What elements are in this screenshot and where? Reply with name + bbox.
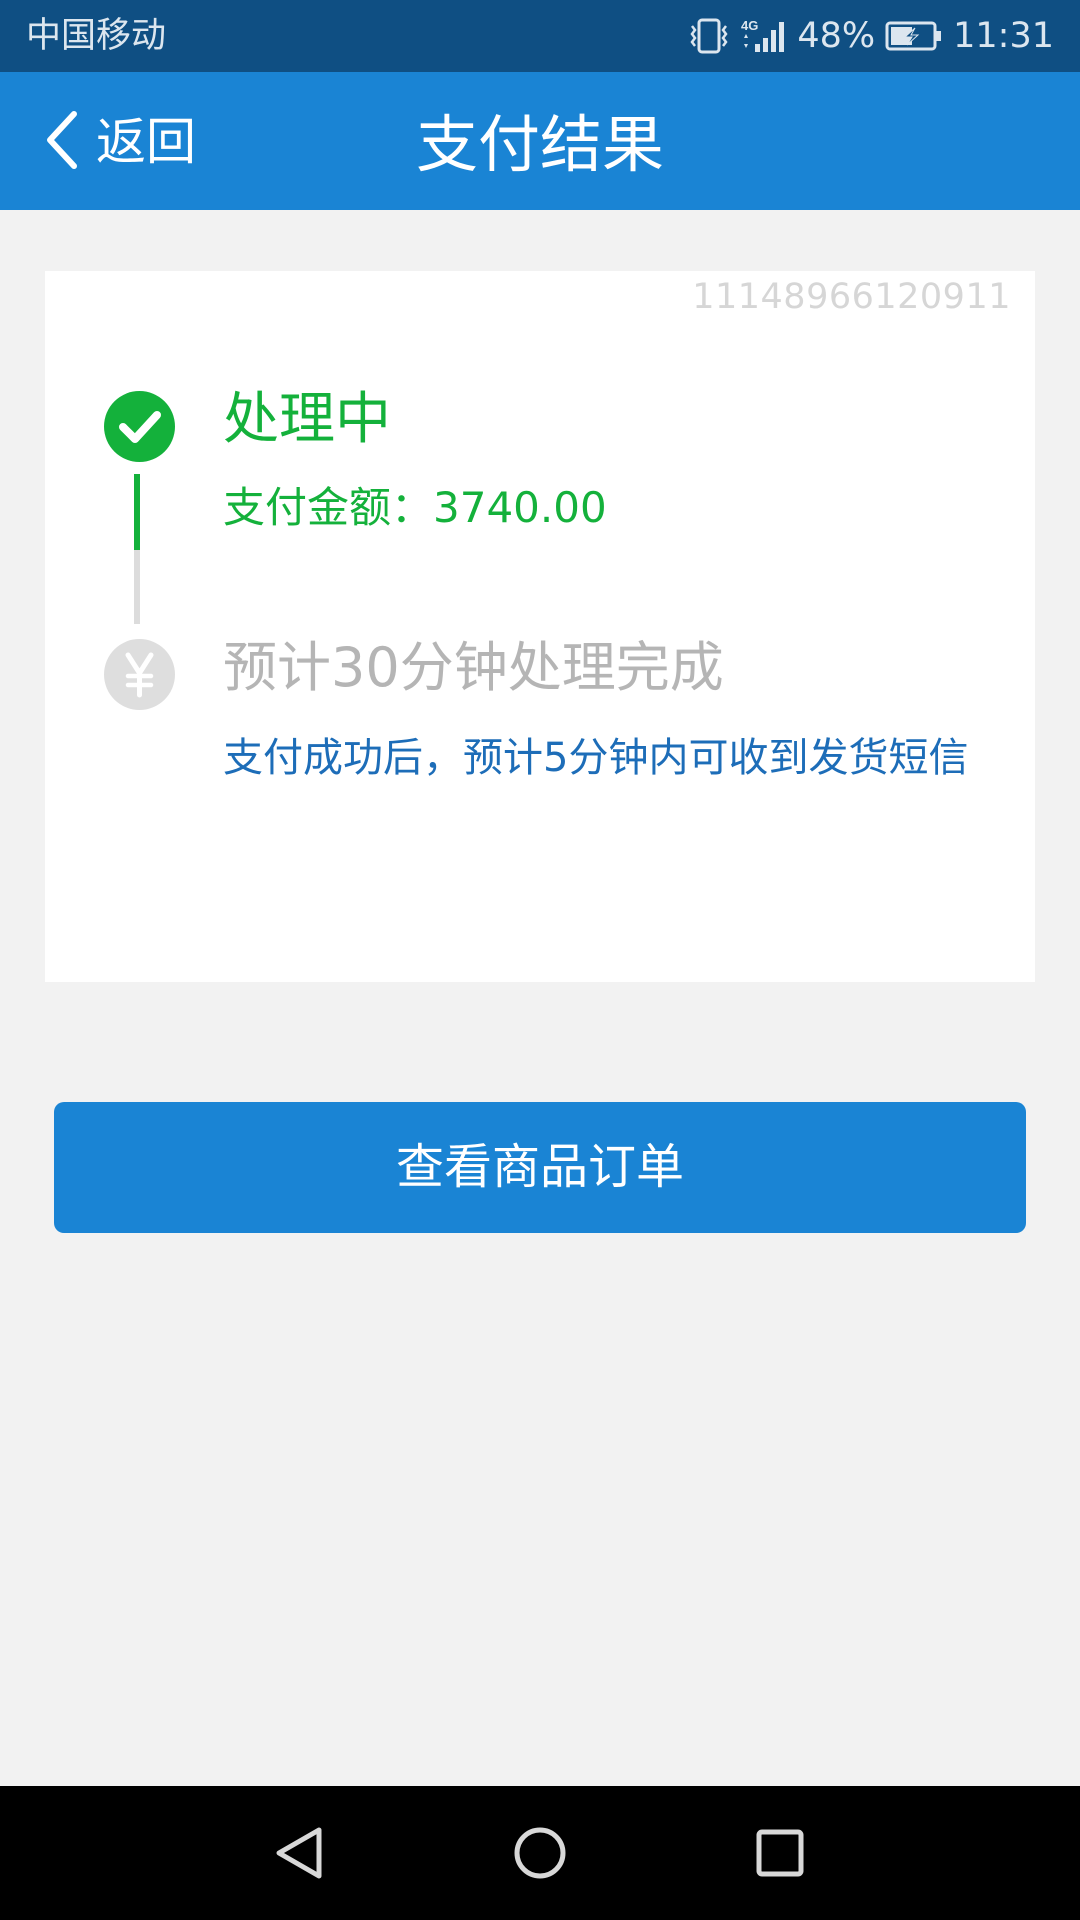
clock: 11:31 <box>953 16 1054 56</box>
payment-result-card: 11148966120911 处理中 支付金额：3740.00 预计30分钟处理… <box>45 271 1035 982</box>
view-order-button[interactable]: 查看商品订单 <box>54 1102 1026 1233</box>
nav-home-icon[interactable] <box>505 1818 575 1888</box>
vibrate-icon <box>687 16 731 56</box>
nav-recent-icon[interactable] <box>745 1818 815 1888</box>
carrier-label: 中国移动 <box>26 16 167 56</box>
battery-charging-icon <box>885 19 943 53</box>
shipping-sms-note: 支付成功后，预计5分钟内可收到发货短信 <box>223 735 969 781</box>
yuan-icon <box>104 639 175 710</box>
payment-amount: 支付金额：3740.00 <box>223 483 607 532</box>
app-header: 返回 支付结果 <box>0 72 1080 210</box>
page-title: 支付结果 <box>415 108 664 181</box>
check-icon <box>104 391 175 462</box>
progress-line-done <box>134 474 140 550</box>
nav-back-icon[interactable] <box>264 1818 334 1888</box>
step-eta-title: 预计30分钟处理完成 <box>223 636 724 699</box>
status-bar: 中国移动 4G 48% 11:31 <box>0 0 1080 72</box>
order-number: 11148966120911 <box>692 277 1011 317</box>
system-nav-bar <box>0 1786 1080 1920</box>
signal-icon: 4G <box>741 16 787 56</box>
status-indicators: 4G 48% 11:31 <box>687 12 1054 60</box>
progress-line-pending <box>134 550 140 624</box>
svg-text:4G: 4G <box>741 18 758 33</box>
step-processing-title: 处理中 <box>223 387 391 452</box>
battery-percent: 48% <box>797 16 876 56</box>
